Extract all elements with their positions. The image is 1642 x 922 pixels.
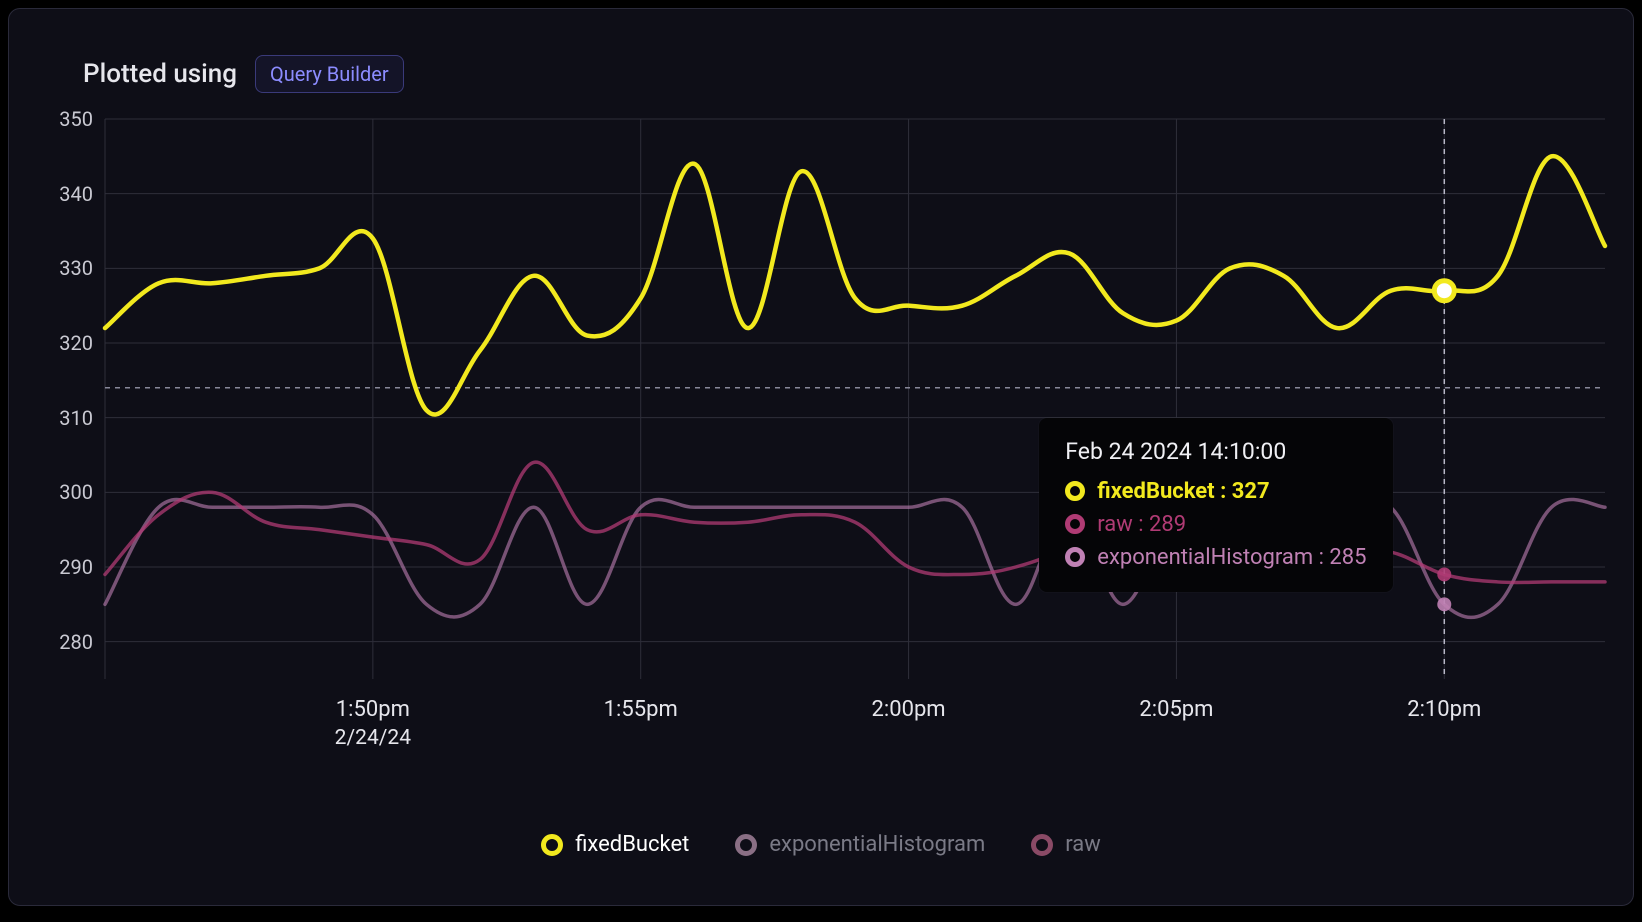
y-tick-label: 290: [59, 555, 93, 579]
chart-header: Plotted using Query Builder: [83, 55, 404, 93]
tooltip-timestamp: Feb 24 2024 14:10:00: [1065, 438, 1366, 465]
plot-area[interactable]: [105, 119, 1605, 679]
tooltip-value: fixedBucket : 327: [1097, 479, 1269, 504]
legend-swatch-icon: [541, 834, 563, 856]
legend-swatch-icon: [1031, 834, 1053, 856]
chart-title: Plotted using: [83, 59, 237, 89]
plot[interactable]: 280290300310320330340350: [37, 119, 1607, 679]
y-tick-label: 320: [59, 331, 93, 355]
y-axis-labels: 280290300310320330340350: [37, 119, 93, 679]
legend-item[interactable]: exponentialHistogram: [735, 832, 985, 857]
x-tick-label: 2:05pm: [1139, 697, 1213, 722]
series-swatch-icon: [1065, 547, 1085, 567]
chart-panel: Plotted using Query Builder 280 290 300 310…: [8, 8, 1634, 906]
query-builder-badge[interactable]: Query Builder: [255, 55, 404, 93]
legend-label: fixedBucket: [575, 832, 689, 857]
x-tick-label: 1:55pm: [604, 697, 678, 722]
chart-legend: fixedBucket exponentialHistogram raw: [9, 832, 1633, 857]
tooltip-value: raw : 289: [1097, 512, 1186, 537]
tooltip-value: exponentialHistogram : 285: [1097, 545, 1366, 570]
x-tick-label: 2:00pm: [872, 697, 946, 722]
y-tick-label: 340: [59, 182, 93, 206]
series-swatch-icon: [1065, 514, 1085, 534]
x-tick-label: 2:10pm: [1407, 697, 1481, 722]
hover-overlay: [105, 119, 1605, 679]
series-swatch-icon: [1065, 481, 1085, 501]
legend-item[interactable]: raw: [1031, 832, 1101, 857]
y-tick-label: 280: [59, 630, 93, 654]
legend-label: raw: [1065, 832, 1101, 857]
legend-item[interactable]: fixedBucket: [541, 832, 689, 857]
legend-swatch-icon: [735, 834, 757, 856]
y-tick-label: 310: [59, 406, 93, 430]
y-tick-label: 300: [59, 480, 93, 504]
tooltip-row: raw : 289: [1065, 512, 1366, 537]
y-tick-label: 330: [59, 256, 93, 280]
hover-tooltip: Feb 24 2024 14:10:00 fixedBucket : 327 ra…: [1039, 418, 1392, 592]
y-tick-label: 350: [59, 107, 93, 131]
x-tick-label: 1:50pm2/24/24: [335, 697, 411, 750]
x-axis-labels: 1:50pm2/24/24 1:55pm 2:00pm 2:05pm 2:10pm: [105, 697, 1605, 767]
tooltip-row: exponentialHistogram : 285: [1065, 545, 1366, 570]
tooltip-row: fixedBucket : 327: [1065, 479, 1366, 504]
legend-label: exponentialHistogram: [769, 832, 985, 857]
